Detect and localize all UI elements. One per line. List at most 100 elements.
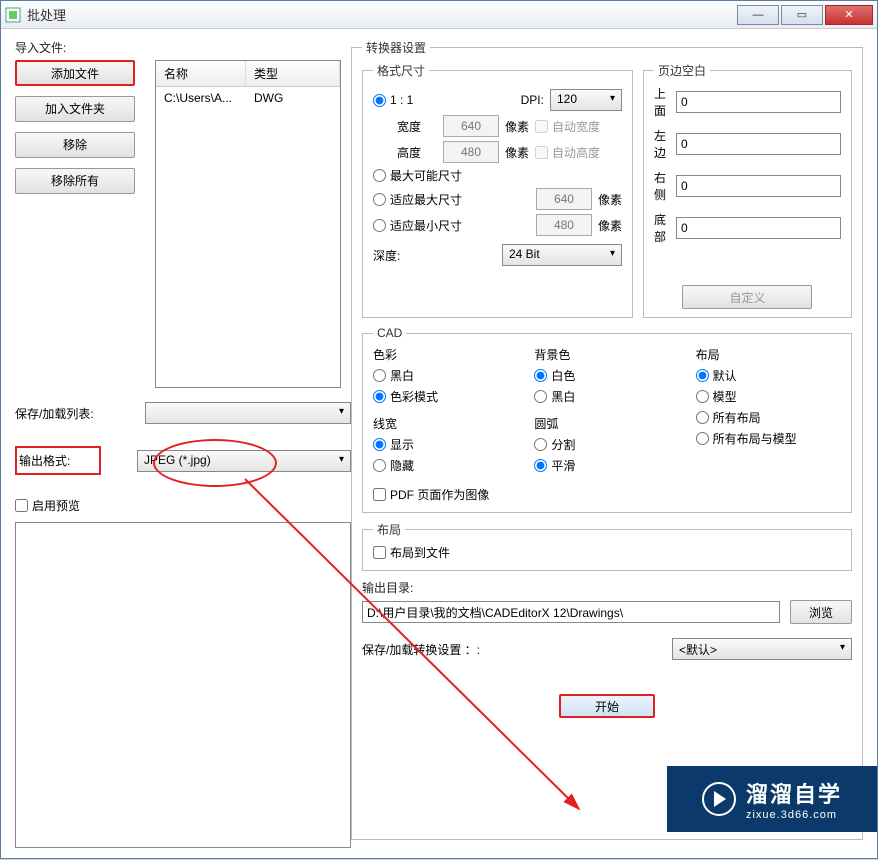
margin-top-input[interactable] <box>676 91 841 113</box>
play-icon <box>702 782 736 816</box>
enable-preview-label: 启用预览 <box>32 497 80 514</box>
arc-split-label: 分割 <box>551 436 575 453</box>
arc-split-radio[interactable] <box>534 438 547 451</box>
layout-to-file-checkbox[interactable] <box>373 546 386 559</box>
col-header-name[interactable]: 名称 <box>156 61 246 86</box>
save-settings-dropdown[interactable]: <默认> <box>672 638 852 660</box>
layout-default-label: 默认 <box>713 367 737 384</box>
format-size-group: 格式尺寸 1 : 1 DPI: 120 宽度 像素 自动宽度 <box>362 62 633 318</box>
save-list-dropdown[interactable] <box>145 402 351 424</box>
table-row[interactable]: C:\Users\A... DWG <box>156 87 340 109</box>
watermark-url: zixue.3d66.com <box>746 809 842 821</box>
depth-label: 深度: <box>373 247 400 264</box>
output-format-dropdown[interactable]: JPEG (*.jpg) <box>137 450 351 472</box>
layout-all-radio[interactable] <box>696 411 709 424</box>
layout-model-radio[interactable] <box>696 390 709 403</box>
width-input[interactable] <box>443 115 499 137</box>
fit-max-label: 适应最大尺寸 <box>390 191 462 208</box>
color-bw-radio[interactable] <box>373 369 386 382</box>
lw-show-label: 显示 <box>390 436 414 453</box>
margin-left-label: 左边 <box>654 127 666 161</box>
layout2-legend: 布局 <box>373 521 405 538</box>
lw-hide-radio[interactable] <box>373 459 386 472</box>
depth-dropdown[interactable]: 24 Bit <box>502 244 622 266</box>
close-button[interactable]: ✕ <box>825 5 873 25</box>
custom-margins-button: 自定义 <box>682 285 812 309</box>
fit-min-radio[interactable] <box>373 219 386 232</box>
height-input[interactable] <box>443 141 499 163</box>
app-icon <box>5 7 21 23</box>
pdf-as-image-label: PDF 页面作为图像 <box>390 486 489 503</box>
height-label: 高度 <box>397 144 437 161</box>
file-list[interactable]: 名称 类型 C:\Users\A... DWG <box>155 60 341 388</box>
auto-width-label: 自动宽度 <box>552 118 600 135</box>
layout-group-2: 布局 布局到文件 <box>362 521 852 571</box>
cad-group: CAD 色彩 黑白 色彩模式 线宽 显示 隐藏 背景色 白色 <box>362 326 852 513</box>
max-possible-radio[interactable] <box>373 169 386 182</box>
converter-settings-legend: 转换器设置 <box>362 39 430 56</box>
save-settings-label: 保存/加载转换设置 ：: <box>362 641 480 658</box>
margin-left-input[interactable] <box>676 133 841 155</box>
dpi-dropdown[interactable]: 120 <box>550 89 622 111</box>
preview-box <box>15 522 351 848</box>
output-dir-input[interactable] <box>362 601 780 623</box>
lw-show-radio[interactable] <box>373 438 386 451</box>
auto-height-checkbox <box>535 146 548 159</box>
margin-right-input[interactable] <box>676 175 841 197</box>
layout-all-label: 所有布局 <box>713 409 761 426</box>
fit-max-radio[interactable] <box>373 193 386 206</box>
maximize-button[interactable]: ▭ <box>781 5 823 25</box>
color-bw-label: 黑白 <box>390 367 414 384</box>
fit-min-input[interactable] <box>536 214 592 236</box>
layout-legend: 布局 <box>696 346 841 363</box>
import-files-label: 导入文件: <box>15 39 351 56</box>
layout-all-model-label: 所有布局与模型 <box>713 430 797 447</box>
pixel-label: 像素 <box>505 118 529 135</box>
remove-button[interactable]: 移除 <box>15 132 135 158</box>
margins-group: 页边空白 上面 左边 右侧 底部 自定义 <box>643 62 852 318</box>
window-title: 批处理 <box>27 5 735 24</box>
bg-white-radio[interactable] <box>534 369 547 382</box>
margin-top-label: 上面 <box>654 85 666 119</box>
watermark: 溜溜自学 zixue.3d66.com <box>667 766 877 832</box>
pixel-label-4: 像素 <box>598 217 622 234</box>
ratio-1-1-radio[interactable] <box>373 94 386 107</box>
margin-bottom-input[interactable] <box>676 217 841 239</box>
add-folder-button[interactable]: 加入文件夹 <box>15 96 135 122</box>
pixel-label-3: 像素 <box>598 191 622 208</box>
ratio-1-1-label: 1 : 1 <box>390 93 413 107</box>
titlebar[interactable]: 批处理 — ▭ ✕ <box>1 1 877 29</box>
width-label: 宽度 <box>397 118 437 135</box>
remove-all-button[interactable]: 移除所有 <box>15 168 135 194</box>
color-mode-label: 色彩模式 <box>390 388 438 405</box>
start-button[interactable]: 开始 <box>559 694 655 718</box>
lw-hide-label: 隐藏 <box>390 457 414 474</box>
dialog-window: 批处理 — ▭ ✕ 导入文件: 添加文件 加入文件夹 移除 移除所有 名称 类型 <box>0 0 878 859</box>
layout-default-radio[interactable] <box>696 369 709 382</box>
minimize-button[interactable]: — <box>737 5 779 25</box>
auto-width-checkbox <box>535 120 548 133</box>
fit-max-input[interactable] <box>536 188 592 210</box>
converter-settings-group: 转换器设置 格式尺寸 1 : 1 DPI: 120 宽度 <box>351 39 863 840</box>
bg-black-radio[interactable] <box>534 390 547 403</box>
cell-type: DWG <box>246 87 340 109</box>
linewidth-legend: 线宽 <box>373 415 518 432</box>
auto-height-label: 自动高度 <box>552 144 600 161</box>
fit-min-label: 适应最小尺寸 <box>390 217 462 234</box>
col-header-type[interactable]: 类型 <box>246 61 340 86</box>
watermark-title: 溜溜自学 <box>746 777 842 809</box>
layout-model-label: 模型 <box>713 388 737 405</box>
pixel-label-2: 像素 <box>505 144 529 161</box>
dpi-label: DPI: <box>521 93 544 107</box>
max-possible-label: 最大可能尺寸 <box>390 167 462 184</box>
enable-preview-checkbox[interactable] <box>15 499 28 512</box>
pdf-as-image-checkbox[interactable] <box>373 488 386 501</box>
browse-button[interactable]: 浏览 <box>790 600 852 624</box>
bg-black-label: 黑白 <box>551 388 575 405</box>
layout-all-model-radio[interactable] <box>696 432 709 445</box>
cell-name: C:\Users\A... <box>156 87 246 109</box>
arc-smooth-radio[interactable] <box>534 459 547 472</box>
color-mode-radio[interactable] <box>373 390 386 403</box>
margin-bottom-label: 底部 <box>654 211 666 245</box>
add-file-button[interactable]: 添加文件 <box>15 60 135 86</box>
